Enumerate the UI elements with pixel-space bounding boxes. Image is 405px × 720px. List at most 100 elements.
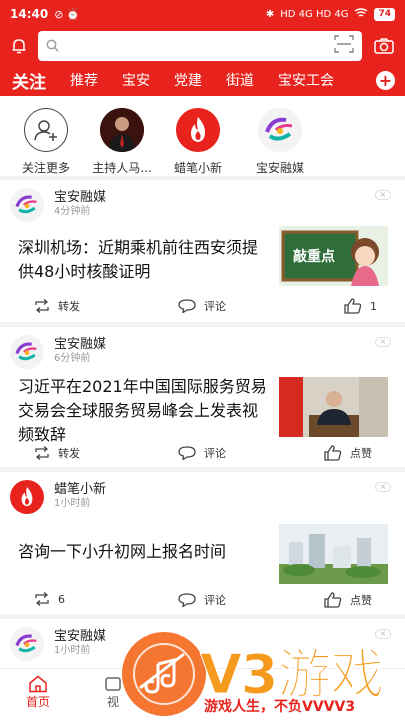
source-name[interactable]: 蜡笔小新: [54, 483, 106, 497]
comment-icon: [178, 299, 196, 313]
article-source: 宝安融媒 1小时前: [10, 627, 106, 661]
like-button[interactable]: 点赞: [324, 445, 372, 461]
like-button[interactable]: 1: [344, 298, 377, 314]
tab-baoan[interactable]: 宝安: [122, 70, 150, 90]
share-label: 转发: [58, 447, 80, 460]
follow-item-crayon[interactable]: 蜡笔小新: [160, 96, 236, 176]
article-title[interactable]: 深圳机场：近期乘机前往西安须提供48小时核酸证明: [18, 236, 270, 284]
nav-home[interactable]: 首页: [26, 675, 50, 710]
search-box[interactable]: [38, 31, 362, 61]
dismiss-icon[interactable]: ×: [375, 337, 391, 347]
post-time: 4分钟前: [54, 206, 91, 217]
like-count: 1: [370, 299, 377, 313]
follows-row: 关注更多 主持人马... 蜡笔小新 宝安融媒: [0, 96, 405, 176]
follow-item-host[interactable]: 主持人马...: [84, 96, 160, 176]
share-icon: [35, 446, 49, 460]
article-card[interactable]: 蜡笔小新 1小时前 × 咨询一下小升初网上报名时间 6 评论 点赞: [0, 472, 405, 614]
comment-label: 评论: [204, 447, 226, 460]
article-actions: 6 评论 点赞: [0, 592, 405, 612]
baoan-media-logo: [10, 335, 44, 369]
flame-logo: [176, 108, 220, 152]
follow-label: 关注更多: [21, 161, 70, 175]
article-title[interactable]: 习近平在2021年中国国际服务贸易交易会全球服务贸易峰会上发表视频致辞: [18, 375, 270, 447]
follow-label: 蜡笔小新: [173, 161, 222, 175]
watermark: V3游戏 游戏人生，不负VVVV3: [118, 628, 405, 720]
share-button[interactable]: 转发: [34, 298, 80, 314]
like-label: 点赞: [350, 594, 372, 607]
add-user-icon: [24, 108, 68, 152]
follow-label: 主持人马...: [92, 161, 152, 175]
share-icon: [35, 592, 49, 606]
home-icon: [29, 675, 47, 693]
baoan-media-logo: [258, 108, 302, 152]
status-right: ✱ HD 4G HD 4G 74: [265, 7, 395, 21]
nav-home-label: 首页: [26, 695, 51, 709]
host-avatar: [100, 108, 144, 152]
bell-icon[interactable]: [0, 37, 38, 55]
article-source: 宝安融媒 4分钟前: [10, 188, 106, 222]
tab-party[interactable]: 党建: [174, 70, 202, 90]
wifi-icon: [354, 7, 368, 21]
article-title[interactable]: 咨询一下小升初网上报名时间: [18, 540, 270, 564]
thumbs-up-icon: [324, 445, 342, 461]
share-button[interactable]: 6: [34, 592, 65, 606]
source-name[interactable]: 宝安融媒: [54, 191, 106, 205]
status-notification-icons: ⊘⏰: [54, 7, 84, 21]
dismiss-icon[interactable]: ×: [375, 482, 391, 492]
search-row: [0, 28, 405, 64]
post-time: 1小时前: [54, 498, 91, 509]
article-source: 蜡笔小新 1小时前: [10, 480, 106, 514]
status-time: 14:40: [10, 7, 49, 21]
add-channel-button[interactable]: +: [376, 71, 395, 90]
post-time: 1小时前: [54, 645, 91, 656]
dismiss-icon[interactable]: ×: [375, 190, 391, 200]
follow-item-more[interactable]: 关注更多: [8, 96, 84, 176]
share-label: 转发: [58, 300, 80, 313]
source-name[interactable]: 宝安融媒: [54, 630, 106, 644]
thumbs-up-icon: [344, 298, 362, 314]
baoan-media-logo: [10, 188, 44, 222]
source-name[interactable]: 宝安融媒: [54, 338, 106, 352]
status-bar: 14:40 ⊘⏰ ✱ HD 4G HD 4G 74: [0, 0, 405, 28]
follow-label: 宝安融媒: [255, 161, 304, 175]
search-input[interactable]: [65, 34, 334, 58]
thumbs-up-icon: [324, 592, 342, 608]
article-source: 宝安融媒 6分钟前: [10, 335, 106, 369]
share-button[interactable]: 转发: [34, 445, 80, 461]
scan-icon[interactable]: [334, 35, 354, 57]
article-thumbnail: 敲重点: [279, 226, 388, 286]
article-card[interactable]: 宝安融媒 6分钟前 × 习近平在2021年中国国际服务贸易交易会全球服务贸易峰会…: [0, 327, 405, 467]
tab-union[interactable]: 宝安工会: [278, 70, 334, 90]
article-actions: 转发 评论 1: [0, 298, 405, 318]
comment-icon: [178, 446, 196, 460]
tab-street[interactable]: 街道: [226, 70, 254, 90]
comment-icon: [178, 593, 196, 607]
article-actions: 转发 评论 点赞: [0, 445, 405, 465]
comment-button[interactable]: 评论: [178, 298, 226, 314]
article-thumbnail: [279, 377, 388, 437]
comment-button[interactable]: 评论: [178, 445, 226, 461]
tab-recommend[interactable]: 推荐: [70, 70, 98, 90]
thumb-caption: 敲重点: [293, 249, 335, 265]
article-thumbnail: [279, 524, 388, 584]
search-icon: [46, 37, 59, 56]
tab-follow[interactable]: 关注: [12, 68, 46, 99]
post-time: 6分钟前: [54, 353, 91, 364]
signal-icon: HD 4G HD 4G: [280, 8, 349, 20]
channel-tabs: 关注 推荐 宝安 党建 街道 宝安工会 +: [0, 64, 405, 99]
share-count: 6: [58, 592, 65, 606]
comment-button[interactable]: 评论: [178, 592, 226, 608]
camera-icon[interactable]: [362, 38, 405, 54]
bluetooth-icon: ✱: [265, 8, 275, 20]
watermark-logo: [122, 632, 206, 716]
article-card[interactable]: 宝安融媒 4分钟前 × 深圳机场：近期乘机前往西安须提供48小时核酸证明 敲重点…: [0, 180, 405, 322]
follow-item-baoan[interactable]: 宝安融媒: [242, 96, 318, 176]
flame-logo: [10, 480, 44, 514]
baoan-media-logo: [10, 627, 44, 661]
share-icon: [35, 299, 49, 313]
like-label: 点赞: [350, 447, 372, 460]
comment-label: 评论: [204, 300, 226, 313]
like-button[interactable]: 点赞: [324, 592, 372, 608]
battery-icon: 74: [374, 7, 395, 21]
watermark-slogan: 游戏人生，不负VVVV3: [204, 699, 356, 715]
